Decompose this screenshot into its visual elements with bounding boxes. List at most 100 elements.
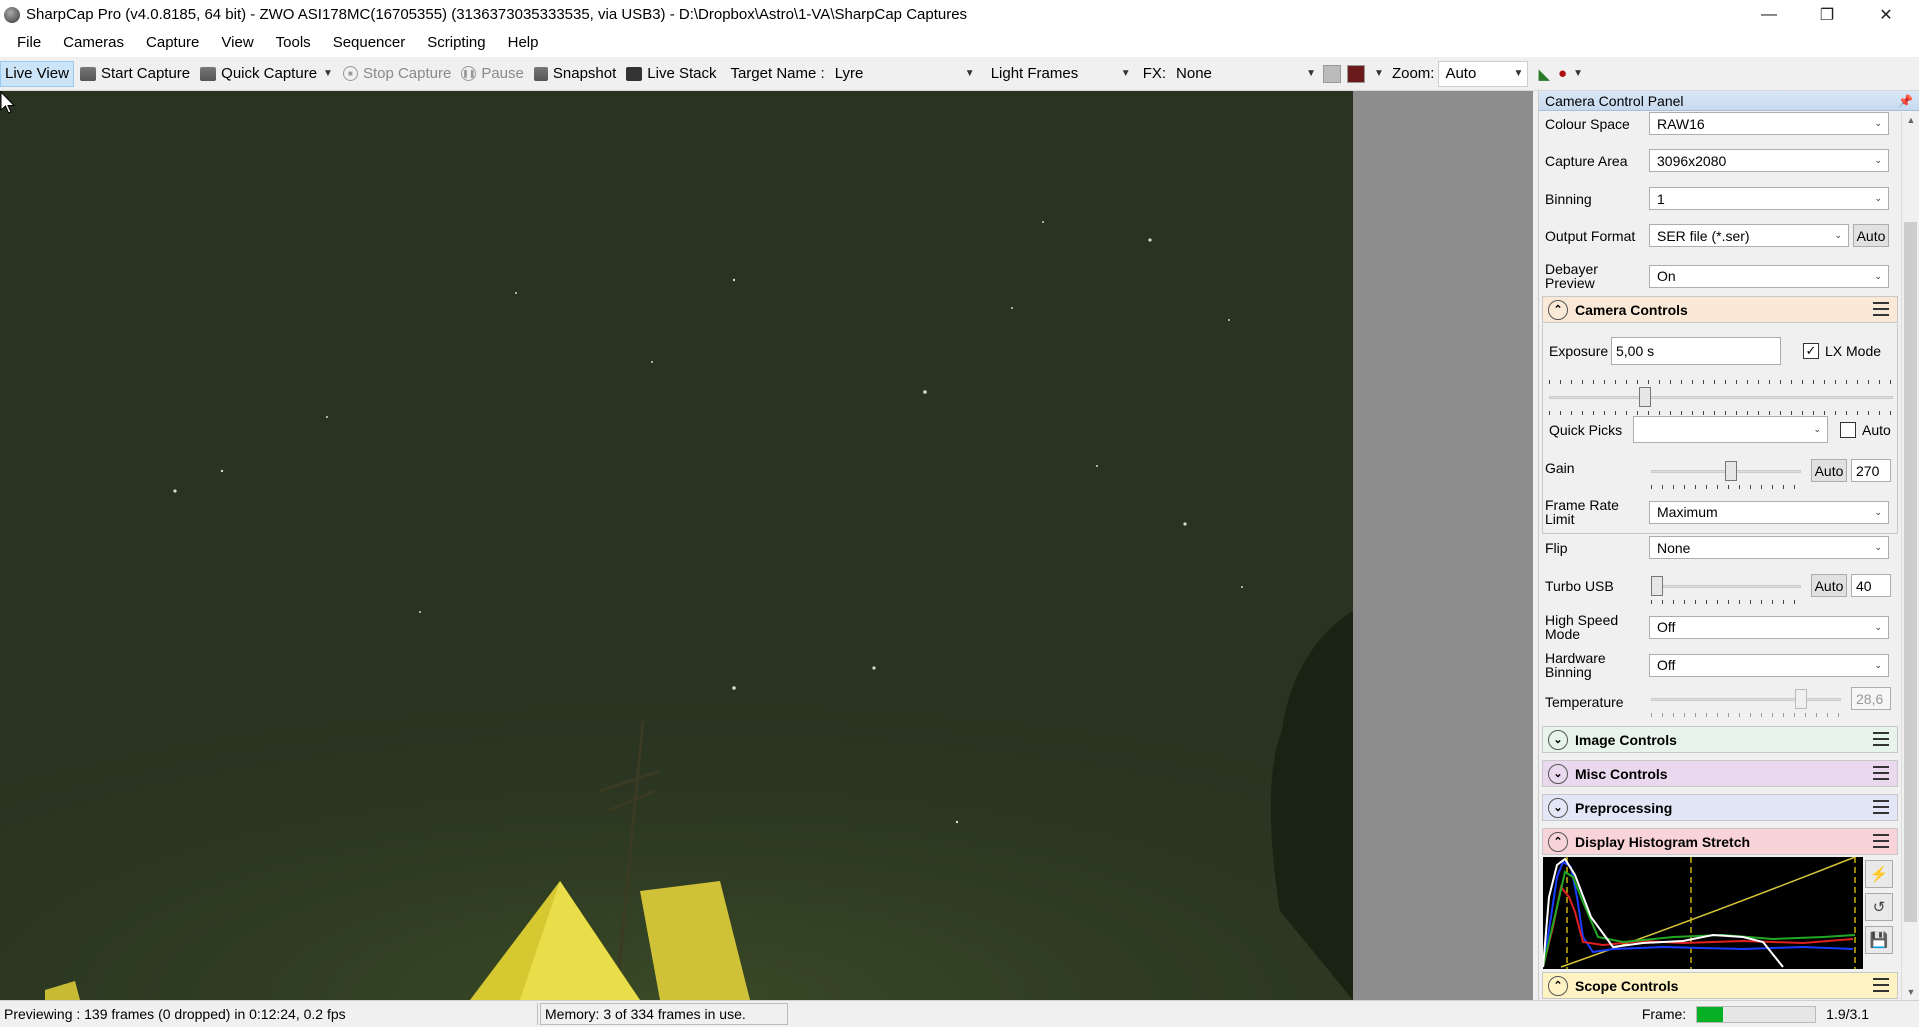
reset-stretch-icon[interactable]: ↺ <box>1865 893 1893 921</box>
close-button[interactable]: ✕ <box>1857 0 1915 29</box>
quick-picks-select[interactable]: ⌄ <box>1633 416 1828 443</box>
gain-slider-thumb[interactable] <box>1725 461 1737 481</box>
preview-status: Previewing : 139 frames (0 dropped) in 0… <box>0 1003 538 1025</box>
gain-value-input[interactable]: 270 <box>1851 459 1891 482</box>
scrollbar-thumb[interactable] <box>1904 222 1917 922</box>
exposure-input[interactable]: 5,00 s <box>1611 337 1781 365</box>
lx-mode-checkbox[interactable]: ✓ <box>1803 343 1819 359</box>
panel-scrollbar[interactable]: ▲ ▼ <box>1901 112 1919 1000</box>
turbo-usb-label: Turbo USB <box>1545 578 1614 594</box>
menu-file[interactable]: File <box>6 29 52 57</box>
auto-stretch-icon[interactable]: ⚡ <box>1865 860 1893 888</box>
debayer-preview-value: On <box>1657 268 1676 284</box>
flip-label: Flip <box>1545 539 1568 556</box>
save-stretch-icon[interactable]: 💾 <box>1865 926 1893 954</box>
memory-status: Memory: 3 of 334 frames in use. <box>540 1003 788 1025</box>
turbo-usb-auto-button[interactable]: Auto <box>1811 574 1847 597</box>
flip-select[interactable]: None ⌄ <box>1649 536 1889 559</box>
gain-auto-button[interactable]: Auto <box>1811 459 1847 482</box>
chevron-down-icon: ⌄ <box>1813 424 1821 434</box>
start-capture-button[interactable]: Start Capture <box>76 61 194 87</box>
colour-space-row: Colour Space RAW16 ⌄ <box>1545 112 1899 135</box>
capture-area-select[interactable]: 3096x2080 ⌄ <box>1649 149 1889 172</box>
gain-slider[interactable] <box>1651 461 1801 491</box>
scroll-up-icon[interactable]: ▲ <box>1902 112 1919 128</box>
quick-picks-row: Quick Picks ⌄ Auto <box>1545 416 1899 443</box>
exposure-slider-thumb[interactable] <box>1639 387 1651 407</box>
menu-icon[interactable] <box>1873 302 1889 316</box>
live-view-button[interactable]: Live View <box>0 60 74 87</box>
target-name-combo[interactable]: Lyre ▼ <box>829 61 979 87</box>
menu-icon[interactable] <box>1873 800 1889 814</box>
frame-rate-select[interactable]: Maximum ⌄ <box>1649 500 1889 524</box>
menu-tools[interactable]: Tools <box>265 29 322 57</box>
exposure-label: Exposure <box>1549 343 1609 359</box>
snapshot-button[interactable]: Snapshot <box>530 61 620 87</box>
restore-button[interactable]: ❐ <box>1798 0 1856 29</box>
colour-space-label: Colour Space <box>1545 115 1630 132</box>
stop-capture-button[interactable]: ■ Stop Capture <box>339 61 455 87</box>
high-speed-select[interactable]: Off ⌄ <box>1649 615 1889 639</box>
debayer-preview-row: Debayer Preview On ⌄ <box>1545 262 1899 290</box>
expand-icon[interactable]: ⌄ <box>1548 729 1568 750</box>
preprocessing-header[interactable]: ⌄ Preprocessing <box>1542 794 1898 821</box>
color-picker-icon[interactable] <box>1347 64 1366 83</box>
histogram-tool-icon[interactable]: ◣ <box>1538 65 1550 83</box>
quick-picks-auto-checkbox[interactable] <box>1840 421 1856 438</box>
exposure-slider[interactable] <box>1549 380 1893 417</box>
chevron-down-icon[interactable]: ▼ <box>1573 68 1583 79</box>
scroll-down-icon[interactable]: ▼ <box>1902 984 1919 1000</box>
quick-picks-auto-label: Auto <box>1862 421 1891 438</box>
fx-combo[interactable]: None ▼ <box>1170 61 1320 87</box>
menu-sequencer[interactable]: Sequencer <box>322 29 417 57</box>
expand-icon[interactable]: ⌄ <box>1548 797 1568 818</box>
menu-view[interactable]: View <box>210 29 264 57</box>
turbo-usb-value-input[interactable]: 40 <box>1851 574 1891 597</box>
menu-scripting[interactable]: Scripting <box>416 29 496 57</box>
output-format-auto-button[interactable]: Auto <box>1853 224 1889 247</box>
colour-space-value: RAW16 <box>1657 115 1705 132</box>
colour-space-select[interactable]: RAW16 ⌄ <box>1649 112 1889 135</box>
collapse-icon[interactable]: ⌃ <box>1548 299 1568 320</box>
menu-icon[interactable] <box>1873 834 1889 848</box>
menu-cameras[interactable]: Cameras <box>52 29 135 57</box>
grayscale-toggle-icon[interactable] <box>1323 64 1342 83</box>
histogram-display[interactable] <box>1542 856 1863 969</box>
collapse-icon[interactable]: ⌃ <box>1548 975 1568 996</box>
minimize-button[interactable]: — <box>1740 0 1798 29</box>
quick-capture-button[interactable]: Quick Capture ▼ <box>196 61 337 87</box>
histogram-stretch-header[interactable]: ⌃ Display Histogram Stretch <box>1542 828 1898 855</box>
menu-help[interactable]: Help <box>497 29 550 57</box>
panel-header: Camera Control Panel 📌 <box>1539 91 1919 111</box>
collapse-icon[interactable]: ⌃ <box>1548 831 1568 852</box>
debayer-preview-select[interactable]: On ⌄ <box>1649 264 1889 288</box>
output-format-select[interactable]: SER file (*.ser) ⌄ <box>1649 224 1849 247</box>
chevron-down-icon[interactable]: ▼ <box>323 68 333 79</box>
scope-controls-header[interactable]: ⌃ Scope Controls <box>1542 972 1898 999</box>
chevron-down-icon: ▼ <box>1306 68 1317 79</box>
misc-controls-title: Misc Controls <box>1575 765 1668 782</box>
live-view-area[interactable] <box>0 91 1533 1000</box>
turbo-usb-slider[interactable] <box>1651 576 1801 606</box>
frame-rate-label: Frame Rate Limit <box>1545 497 1619 527</box>
pin-icon[interactable]: 📌 <box>1898 94 1913 108</box>
menu-icon[interactable] <box>1873 978 1889 992</box>
misc-controls-header[interactable]: ⌄ Misc Controls <box>1542 760 1898 787</box>
menu-icon[interactable] <box>1873 766 1889 780</box>
camera-icon <box>79 66 96 81</box>
zoom-combo[interactable]: Auto ▼ <box>1438 60 1529 87</box>
frame-type-combo[interactable]: Light Frames ▼ <box>985 61 1135 87</box>
pause-button[interactable]: ❚❚ Pause <box>457 61 528 87</box>
menu-icon[interactable] <box>1873 732 1889 746</box>
menu-capture[interactable]: Capture <box>135 29 210 57</box>
camera-controls-header[interactable]: ⌃ Camera Controls <box>1542 296 1898 323</box>
expand-icon[interactable]: ⌄ <box>1548 763 1568 784</box>
magnifier-icon[interactable]: ● <box>1558 65 1567 82</box>
binning-select[interactable]: 1 ⌄ <box>1649 187 1889 210</box>
hardware-binning-select[interactable]: Off ⌄ <box>1649 653 1889 677</box>
turbo-usb-slider-thumb[interactable] <box>1651 576 1663 596</box>
live-stack-icon <box>626 66 643 81</box>
chevron-down-icon[interactable]: ▼ <box>1374 68 1384 79</box>
live-stack-button[interactable]: Live Stack <box>622 61 720 87</box>
image-controls-header[interactable]: ⌄ Image Controls <box>1542 726 1898 753</box>
